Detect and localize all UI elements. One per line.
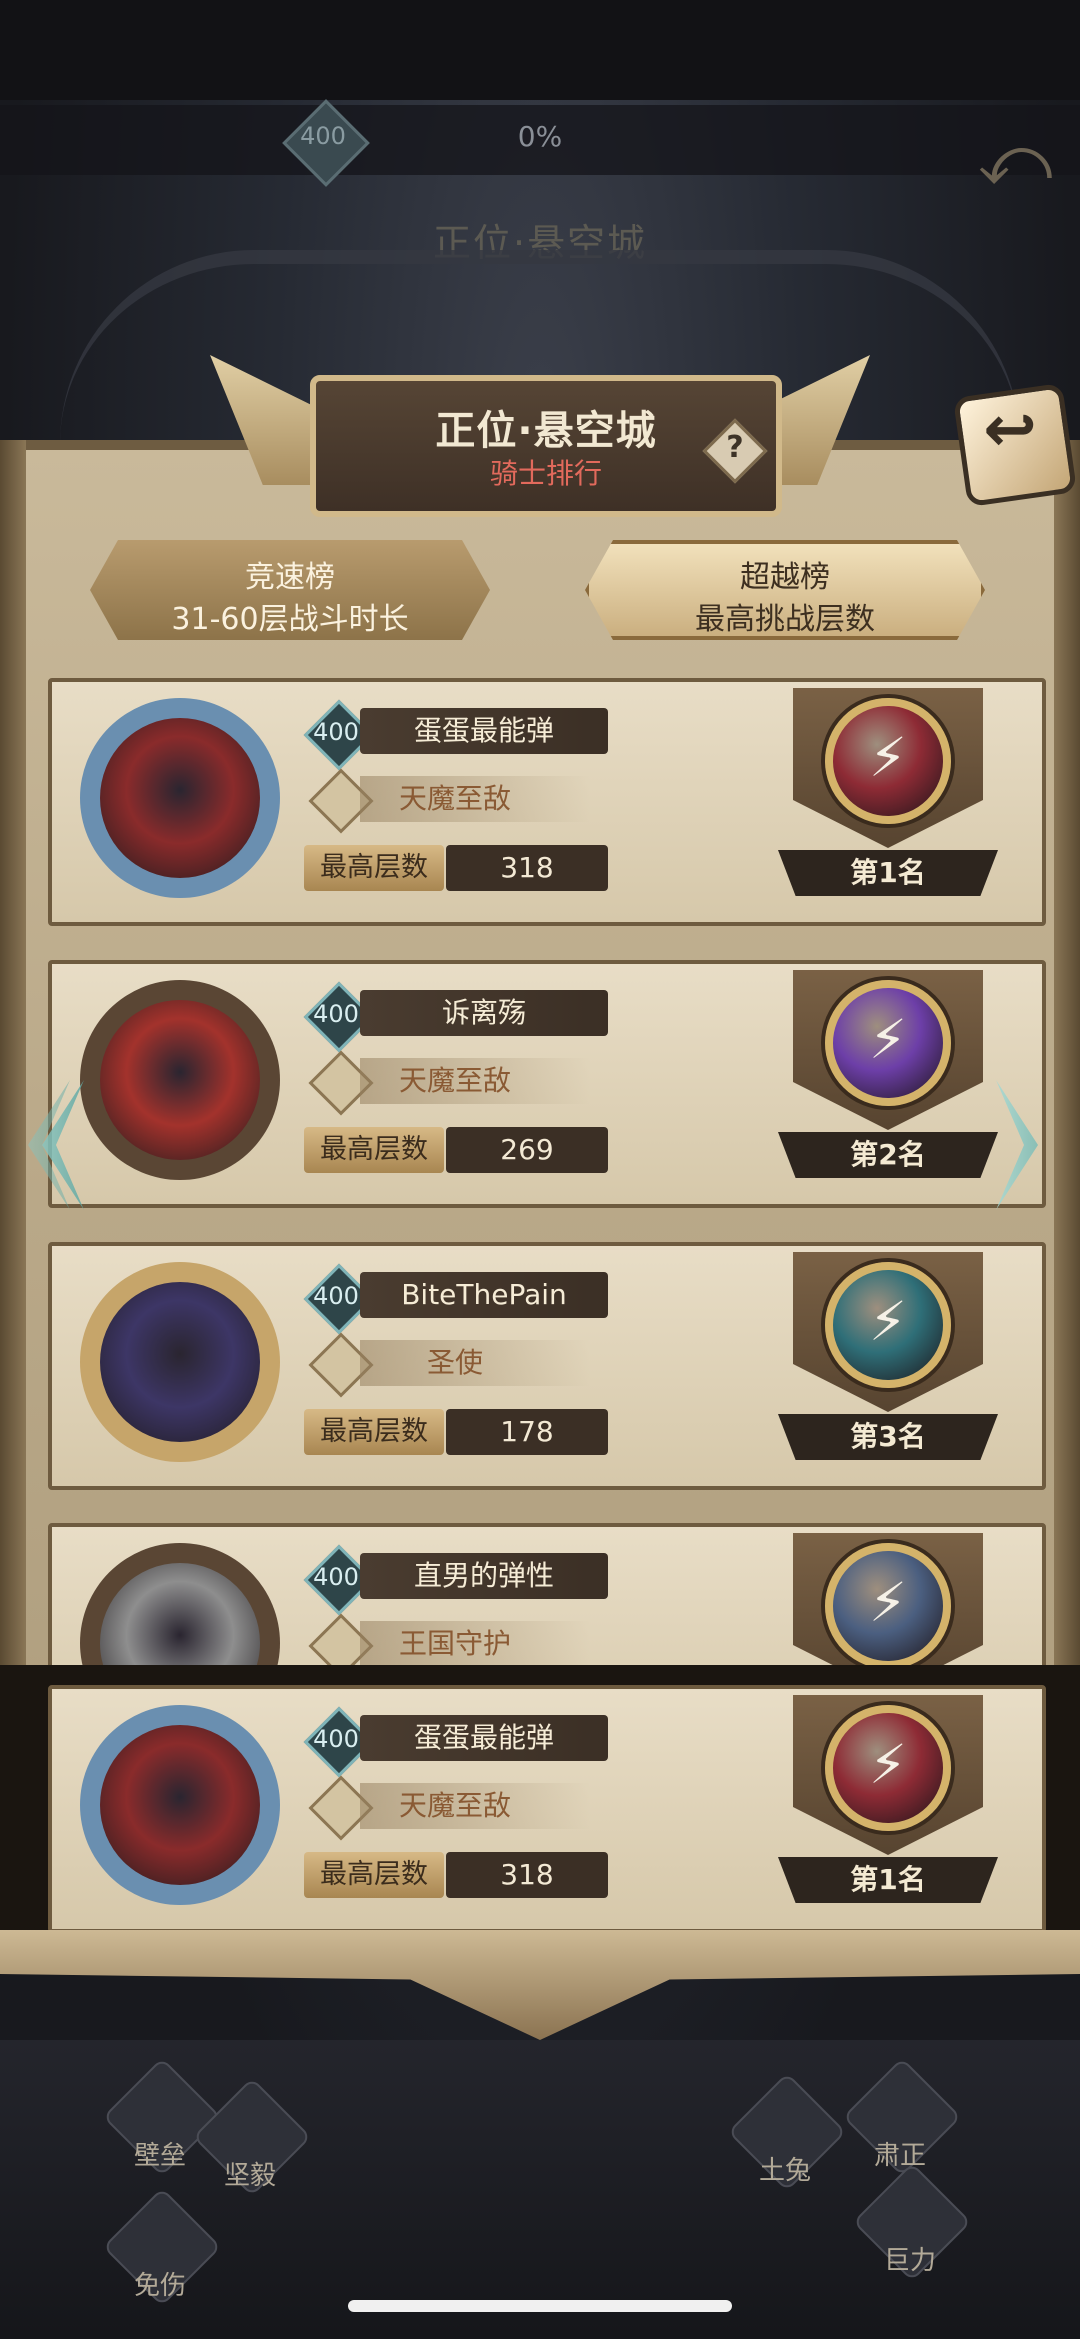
- player-class: 王国守护: [398, 1627, 511, 1660]
- floors-value: 269: [500, 1133, 554, 1166]
- avatar[interactable]: [100, 1000, 260, 1160]
- player-name: 诉离殇: [441, 996, 526, 1029]
- rank-gem-glyph-icon: ⚡: [869, 726, 907, 789]
- background-back-icon: ⤺: [977, 119, 1053, 201]
- rank-label: 第1名: [850, 1863, 926, 1896]
- background-percent: 0%: [517, 120, 563, 153]
- skill-label: 巨力: [883, 2246, 936, 2276]
- skill-label: 壁垒: [133, 2141, 186, 2171]
- help-icon[interactable]: ?: [712, 430, 758, 465]
- player-name: BiteThePain: [401, 1278, 567, 1311]
- player-class: 圣使: [426, 1346, 483, 1379]
- rank-label: 第3名: [850, 1420, 926, 1453]
- tab-speed-ranking[interactable]: 竞速榜 31-60层战斗时长: [90, 540, 490, 640]
- avatar[interactable]: [100, 718, 260, 878]
- floors-value: 178: [500, 1415, 554, 1448]
- rank-gem-glyph-icon: ⚡: [869, 1733, 907, 1796]
- floors-label: 最高层数: [320, 1134, 428, 1165]
- floors-label: 最高层数: [320, 1416, 428, 1447]
- player-name: 直男的弹性: [413, 1559, 554, 1592]
- tab-speed-title: 竞速榜: [245, 560, 335, 595]
- floors-value: 318: [500, 851, 554, 884]
- player-name: 蛋蛋最能弹: [413, 1721, 554, 1754]
- skill-label: 肃正: [873, 2141, 926, 2171]
- avatar[interactable]: [100, 1725, 260, 1885]
- tab-exceed-subtitle: 最高挑战层数: [695, 602, 875, 637]
- floors-value: 318: [500, 1858, 554, 1891]
- rank-gem-glyph-icon: ⚡: [869, 1290, 907, 1353]
- floors-label: 最高层数: [320, 1859, 428, 1890]
- avatar[interactable]: [100, 1282, 260, 1442]
- rank-gem-glyph-icon: ⚡: [869, 1571, 907, 1634]
- background-level-text: 400: [300, 122, 346, 150]
- home-indicator: [348, 2300, 732, 2312]
- rank-label: 第1名: [850, 856, 926, 889]
- skill-label: 免伤: [133, 2271, 186, 2301]
- skill-label: 土兔: [758, 2156, 811, 2186]
- back-icon[interactable]: ↩: [960, 393, 1060, 467]
- status-bar: [0, 0, 1080, 100]
- player-name: 蛋蛋最能弹: [413, 714, 554, 747]
- player-class: 天魔至敌: [398, 1789, 511, 1822]
- player-class: 天魔至敌: [398, 1064, 511, 1097]
- tab-speed-subtitle: 31-60层战斗时长: [171, 602, 409, 637]
- rank-label: 第2名: [850, 1138, 926, 1171]
- rank-gem-glyph-icon: ⚡: [869, 1008, 907, 1071]
- player-class: 天魔至敌: [398, 782, 511, 815]
- tab-exceed-title: 超越榜: [740, 560, 830, 595]
- tab-exceed-ranking[interactable]: 超越榜 最高挑战层数: [585, 540, 985, 640]
- skill-label: 坚毅: [223, 2161, 276, 2191]
- floors-label: 最高层数: [320, 852, 428, 883]
